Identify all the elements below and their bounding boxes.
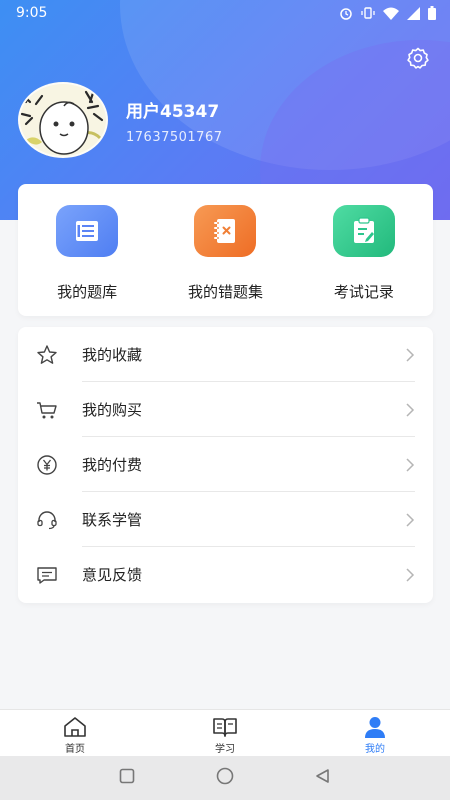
chevron-right-icon [405, 567, 415, 582]
quick-item-label: 我的错题集 [187, 283, 263, 301]
bottom-tab-bar: 首页 学习 我的 [0, 709, 450, 756]
book-icon [213, 716, 237, 738]
recents-button[interactable] [117, 768, 137, 788]
settings-button[interactable] [404, 46, 432, 74]
cart-icon [36, 399, 58, 421]
user-icon [363, 716, 387, 738]
menu-item-label: 我的收藏 [82, 346, 143, 364]
menu-item-payments[interactable]: 我的付费 [18, 437, 433, 492]
chevron-right-icon [405, 402, 415, 417]
gear-icon [406, 46, 430, 74]
menu-card: 我的收藏 我的购买 我的付费 联系学管 意见反馈 [18, 327, 433, 603]
wifi-icon [383, 7, 399, 24]
battery-icon [428, 6, 436, 24]
quick-item-question-bank[interactable]: 我的题库 [18, 184, 156, 316]
menu-item-label: 意见反馈 [82, 566, 143, 584]
square-icon [119, 768, 135, 788]
signal-icon [407, 6, 420, 24]
status-bar: 9:05 [0, 0, 450, 28]
system-navigation-bar [0, 756, 450, 800]
quick-item-label: 我的题库 [57, 283, 118, 301]
menu-item-feedback[interactable]: 意见反馈 [18, 547, 433, 602]
menu-item-favorites[interactable]: 我的收藏 [18, 327, 433, 382]
menu-item-purchases[interactable]: 我的购买 [18, 382, 433, 437]
tab-label: 我的 [365, 744, 385, 755]
circle-icon [216, 767, 234, 789]
alarm-icon [339, 6, 353, 24]
vibrate-icon [361, 6, 375, 24]
message-icon [36, 564, 58, 586]
back-triangle-icon [315, 768, 331, 788]
home-icon [63, 716, 87, 738]
quick-item-label: 考试记录 [333, 283, 394, 301]
yen-icon [36, 454, 58, 476]
chevron-right-icon [405, 347, 415, 362]
back-button[interactable] [313, 768, 333, 788]
chevron-right-icon [405, 512, 415, 527]
username: 用户45347 [126, 102, 220, 122]
exam-record-icon [332, 205, 395, 257]
status-time: 9:05 [16, 5, 48, 21]
avatar[interactable] [18, 82, 108, 158]
menu-item-label: 我的购买 [82, 401, 143, 419]
user-phone: 17637501767 [126, 130, 223, 145]
wrong-notebook-icon [194, 205, 257, 257]
tab-study[interactable]: 学习 [150, 710, 300, 756]
quick-actions-card: 我的题库 我的错题集 考试记录 [18, 184, 433, 316]
tab-mine[interactable]: 我的 [300, 710, 450, 756]
quick-item-exam-record[interactable]: 考试记录 [295, 184, 433, 316]
headset-icon [36, 509, 58, 531]
tab-home[interactable]: 首页 [0, 710, 150, 756]
question-bank-icon [56, 205, 119, 257]
quick-item-wrong-notebook[interactable]: 我的错题集 [156, 184, 294, 316]
chevron-right-icon [405, 457, 415, 472]
star-icon [36, 344, 58, 366]
tab-label: 首页 [65, 744, 85, 755]
menu-item-contact-advisor[interactable]: 联系学管 [18, 492, 433, 547]
menu-item-label: 我的付费 [82, 456, 143, 474]
menu-item-label: 联系学管 [82, 511, 143, 529]
tab-label: 学习 [215, 744, 235, 755]
home-button[interactable] [215, 767, 235, 789]
